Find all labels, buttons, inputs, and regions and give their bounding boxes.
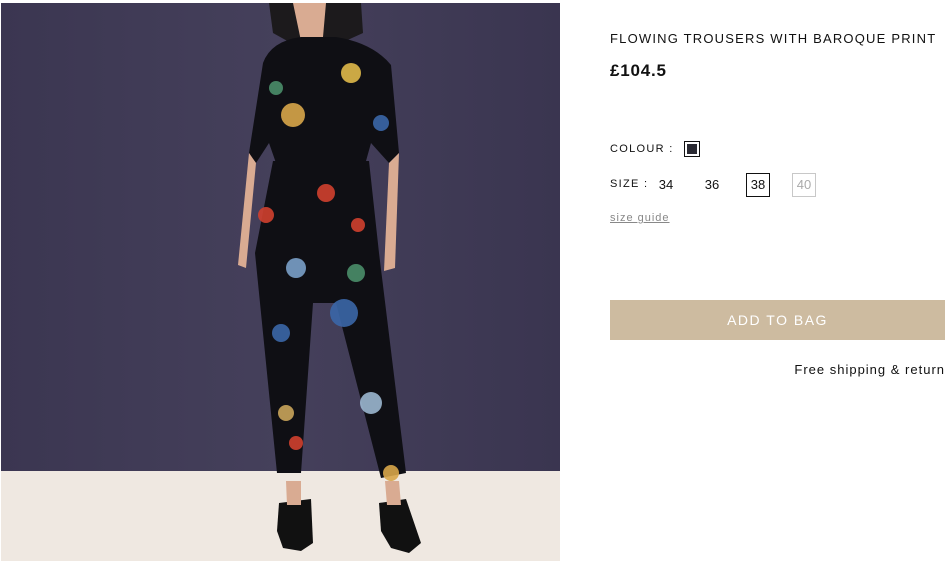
size-option-38[interactable]: 38 <box>746 173 770 197</box>
product-price: £104.5 <box>610 61 667 80</box>
product-image <box>1 3 560 561</box>
size-option-36[interactable]: 36 <box>700 173 724 197</box>
add-to-bag-button[interactable]: ADD TO BAG <box>610 300 945 340</box>
size-guide-link[interactable]: size guide <box>610 212 670 224</box>
size-option-40[interactable]: 40 <box>792 173 816 197</box>
shipping-note: Free shipping & return <box>794 362 945 377</box>
size-option-34[interactable]: 34 <box>654 173 678 197</box>
product-photo-illustration <box>1 3 560 561</box>
colour-label: COLOUR : <box>610 143 674 155</box>
colour-swatch-fill <box>687 144 697 154</box>
product-title: FLOWING TROUSERS WITH BAROQUE PRINT <box>610 31 937 46</box>
colour-swatch[interactable] <box>684 141 700 157</box>
size-label: SIZE : <box>610 178 649 190</box>
product-info-panel: FLOWING TROUSERS WITH BAROQUE PRINT £104… <box>610 0 952 563</box>
